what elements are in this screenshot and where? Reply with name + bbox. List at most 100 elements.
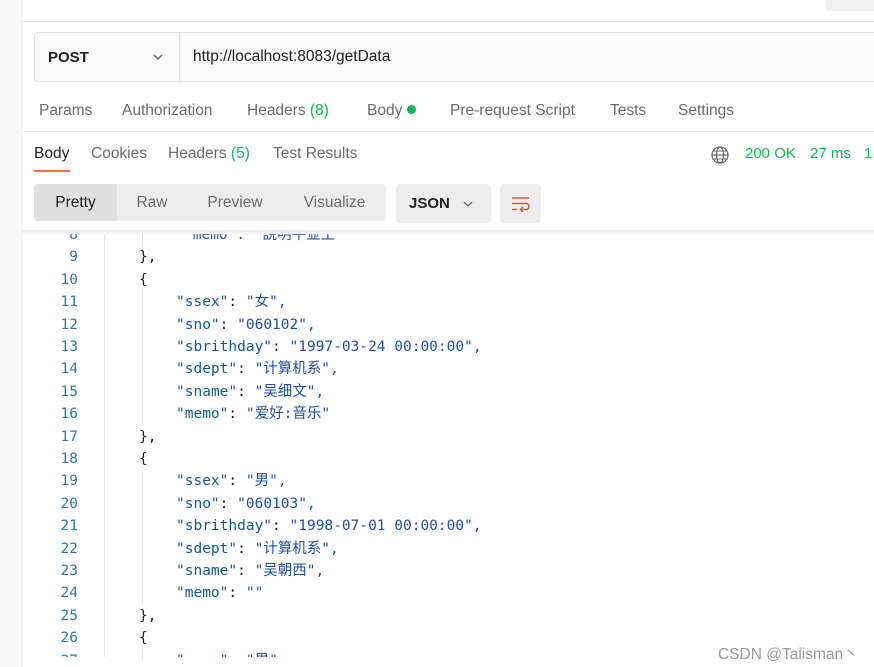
json-colon: : — [219, 316, 238, 333]
tab-headers[interactable]: Headers (8) — [247, 102, 329, 120]
tab-settings[interactable]: Settings — [678, 102, 734, 120]
json-colon: : — [272, 339, 290, 355]
line-number: 17 — [60, 428, 78, 445]
tab-label: Test Results — [273, 145, 358, 162]
tab-label: Tests — [610, 102, 647, 119]
code-text: { — [139, 630, 148, 647]
code-text: "sdept": "计算机系", — [176, 358, 339, 380]
line-number: 20 — [60, 495, 78, 512]
json-key: "ssex" — [176, 473, 229, 490]
response-headers-count: (5) — [230, 145, 250, 162]
line-number: 19 — [60, 473, 78, 490]
json-colon: : — [237, 361, 255, 378]
mode-raw[interactable]: Raw — [117, 184, 187, 221]
code-line: 11 "ssex": "女", — [22, 291, 874, 313]
json-colon: : — [228, 473, 246, 490]
code-text: }, — [139, 607, 157, 624]
wrap-lines-button[interactable] — [500, 184, 541, 223]
code-text: "sdept": "计算机系", — [176, 538, 339, 560]
body-indicator-dot — [407, 105, 417, 114]
json-key: "memo" — [176, 585, 229, 602]
line-number: 23 — [60, 563, 78, 579]
code-text: "sname": "吴朝西", — [176, 560, 324, 582]
line-number: 26 — [60, 630, 78, 647]
tab-authorization[interactable]: Authorization — [122, 102, 212, 120]
code-text: "memo": "爱好:音乐" — [176, 403, 330, 425]
json-key: "ssex" — [176, 294, 229, 311]
line-number: 24 — [60, 585, 78, 602]
code-text: "sbrithday": "1997-03-24 00:00:00", — [176, 336, 482, 358]
code-line: 22 "sdept": "计算机系", — [22, 538, 874, 560]
headers-count: (8) — [309, 102, 329, 119]
response-tab-body[interactable]: Body — [34, 145, 69, 163]
mode-preview[interactable]: Preview — [187, 184, 283, 221]
code-line: 17}, — [22, 426, 874, 448]
active-tab-underline — [34, 170, 70, 172]
json-key: "sname" — [176, 563, 238, 579]
json-value: "060102", — [237, 316, 316, 333]
json-value: "060103", — [237, 495, 316, 512]
json-value: "计算机系", — [254, 540, 339, 557]
code-text: "sno": "060102", — [176, 314, 316, 336]
chevron-down-icon — [463, 200, 473, 207]
code-text: }, — [139, 249, 157, 266]
mode-visualize[interactable]: Visualize — [283, 184, 386, 221]
tab-label: Body — [34, 145, 70, 162]
tab-pre-request-script[interactable]: Pre-request Script — [450, 102, 575, 120]
tab-label: Headers — [168, 145, 227, 162]
tab-tests[interactable]: Tests — [610, 102, 646, 120]
json-colon: : — [219, 495, 238, 512]
mode-pretty[interactable]: Pretty — [34, 184, 117, 221]
json-colon: : — [237, 383, 255, 400]
request-url-bar: POST http://localhost:8083/getData — [34, 32, 874, 82]
json-value: "男", — [245, 473, 287, 490]
json-key: "ssex" — [176, 653, 228, 657]
tab-body[interactable]: Body — [367, 102, 417, 120]
code-text: "ssex": "男", — [176, 470, 287, 492]
code-line: 12 "sno": "060102", — [22, 314, 874, 336]
json-colon: : — [237, 540, 255, 557]
format-select[interactable]: JSON — [396, 184, 491, 223]
json-key: "memo" — [176, 406, 229, 423]
response-tab-headers[interactable]: Headers (5) — [168, 145, 250, 163]
json-key: "sname" — [176, 383, 238, 400]
request-tabs: Params Authorization Headers (8) Body Pr… — [22, 92, 874, 132]
code-text: { — [139, 451, 148, 467]
line-number: 10 — [60, 271, 78, 288]
format-label: JSON — [409, 195, 450, 212]
tab-label: Authorization — [122, 102, 213, 119]
line-number: 18 — [60, 451, 78, 467]
code-text: "sname": "吴细文", — [176, 381, 324, 403]
line-number: 21 — [60, 518, 78, 535]
line-number: 27 — [42, 650, 78, 657]
json-value: "" — [245, 585, 264, 602]
code-line: 13 "sbrithday": "1997-03-24 00:00:00", — [22, 336, 874, 358]
tab-label: Settings — [678, 102, 735, 119]
line-number: 15 — [60, 383, 78, 400]
json-value: "计算机系", — [254, 361, 339, 378]
url-input[interactable]: http://localhost:8083/getData — [180, 33, 874, 81]
json-colon: : — [228, 406, 246, 423]
editor-top-shadow — [22, 230, 874, 236]
line-number: 22 — [60, 540, 78, 557]
top-toolbar — [22, 0, 874, 22]
tab-label: Pre-request Script — [450, 102, 575, 119]
response-size[interactable]: 1. — [864, 145, 874, 162]
globe-icon[interactable] — [710, 145, 730, 165]
json-key: "sno" — [176, 495, 220, 512]
status-code[interactable]: 200 OK — [745, 145, 796, 162]
response-body-editor[interactable]: 8 "memo": "說明平並王" 9}, 10{11 "ssex": "女", 12 "s… — [22, 234, 874, 657]
top-right-button[interactable] — [826, 0, 874, 11]
response-tab-test-results[interactable]: Test Results — [273, 145, 357, 163]
code-text: "sno": "060103", — [176, 493, 316, 515]
code-line: 16 "memo": "爱好:音乐" — [22, 403, 874, 425]
response-time[interactable]: 27 ms — [810, 145, 851, 162]
tab-params[interactable]: Params — [39, 102, 92, 120]
response-tab-cookies[interactable]: Cookies — [91, 145, 147, 163]
tab-label: Cookies — [91, 145, 147, 162]
method-select[interactable]: POST — [35, 33, 180, 81]
code-line: 9}, — [22, 246, 874, 268]
code-line: 18 { — [22, 448, 874, 470]
json-value: "吴朝西", — [254, 563, 325, 579]
code-line: 19 "ssex": "男", — [22, 470, 874, 492]
